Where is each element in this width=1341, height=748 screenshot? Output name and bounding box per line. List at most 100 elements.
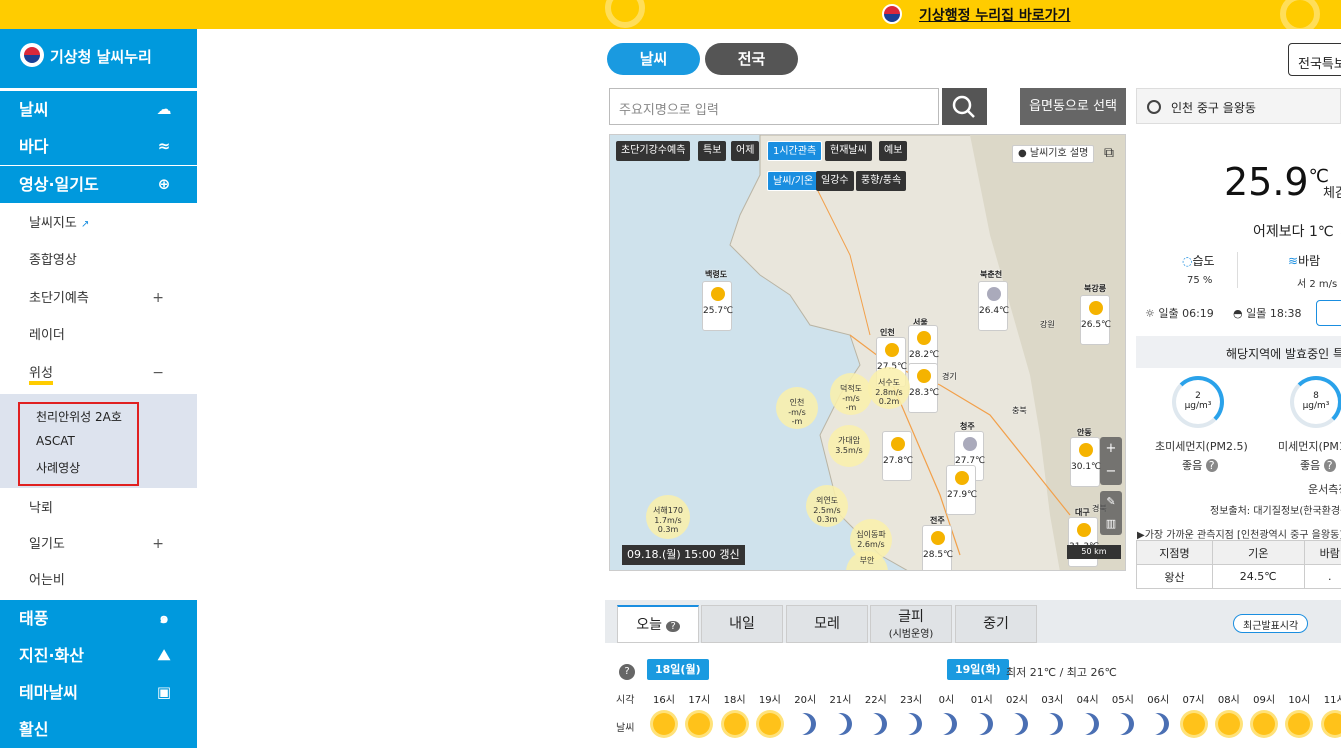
zoom-control[interactable]: + − xyxy=(1100,437,1122,485)
map-btn-current[interactable]: 현재날씨 xyxy=(825,141,872,161)
ruler-icon[interactable]: ✎ xyxy=(1100,491,1122,513)
map-sub-btn-rain[interactable]: 일강수 xyxy=(816,171,854,191)
menu-theme[interactable]: 테마날씨 ▣ xyxy=(0,674,197,711)
latest-issue-button[interactable]: 최근발표시각 xyxy=(1233,614,1309,633)
tab-nation[interactable]: 전국 xyxy=(705,43,798,75)
tab-weather[interactable]: 날씨 xyxy=(607,43,700,75)
tab-today[interactable]: 오늘 ? xyxy=(617,605,699,643)
moon-icon xyxy=(971,713,993,735)
submenu-composite[interactable]: 종합영상 xyxy=(0,242,197,279)
tab-tomorrow[interactable]: 내일 xyxy=(701,605,783,643)
station-marker[interactable]: 27.8℃ xyxy=(882,431,913,481)
emd-select-button[interactable]: 읍면동으로 선택 xyxy=(1020,88,1126,125)
map-btn-warning[interactable]: 특보 xyxy=(698,141,727,161)
tab-midterm[interactable]: 중기 xyxy=(955,605,1037,643)
zoom-in-button[interactable]: + xyxy=(1100,437,1122,460)
station-marker[interactable]: 28.5℃ xyxy=(922,525,953,570)
station-marker[interactable]: 28.3℃ xyxy=(908,363,939,413)
submenu-satellite[interactable]: 위성 − xyxy=(0,355,197,392)
map-legend-button[interactable]: ● 날씨기호 설명 xyxy=(1012,145,1095,163)
hour-label: 16시 xyxy=(653,695,675,706)
menu-earthquake[interactable]: 지진·화산 ⛰ xyxy=(0,637,197,674)
wind-title: 바람 xyxy=(1298,254,1321,268)
pm10-gauge: 8 μg/m³ xyxy=(1290,376,1341,428)
table-header: 기온 xyxy=(1211,540,1305,565)
nation-warning-button[interactable]: 전국특보 xyxy=(1288,43,1341,76)
sea-buoy[interactable]: 서해170 1.7m/s 0.3m xyxy=(646,495,690,539)
sea-buoy[interactable]: 인천 -m/s -m xyxy=(776,387,818,429)
sat-item-geokompsat[interactable]: 천리안위성 2A호 xyxy=(36,408,122,425)
sea-buoy[interactable]: 덕적도 -m/s -m xyxy=(830,373,872,415)
tab-label: 글피 xyxy=(898,609,924,625)
station-name: 백령도 xyxy=(705,270,728,279)
menu-sea[interactable]: 바다 ≈ xyxy=(0,128,197,165)
fullscreen-icon[interactable]: ⧉ xyxy=(1098,143,1120,163)
station-temp: 26.5℃ xyxy=(1081,320,1112,330)
tab-day-after[interactable]: 모레 xyxy=(786,605,868,643)
map-tools[interactable]: ✎ ▥ xyxy=(1100,491,1122,535)
search-button[interactable] xyxy=(942,88,987,125)
submenu-freezing-rain[interactable]: 어는비 xyxy=(0,562,197,599)
sat-item-case[interactable]: 사례영상 xyxy=(36,459,80,476)
zoom-out-button[interactable]: − xyxy=(1100,460,1122,483)
weather-map[interactable]: 초단기강수예측 특보 어제 1시간관측 현재날씨 예보 날씨/기온 일강수 풍향… xyxy=(609,134,1126,571)
pm10-grade: 좋음 ? xyxy=(1300,457,1336,473)
search-input[interactable]: 주요지명으로 입력 xyxy=(609,88,939,125)
map-btn-forecast[interactable]: 예보 xyxy=(879,141,908,161)
map-sub-btn-wind[interactable]: 풍향/풍속 xyxy=(856,171,907,191)
hour-label: 01시 xyxy=(970,695,993,706)
menu-more[interactable]: 활신 xyxy=(0,711,197,748)
help-icon[interactable]: ? xyxy=(1323,459,1336,472)
help-icon[interactable]: ? xyxy=(619,664,635,680)
admin-site-link[interactable]: 기상행정 누리집 바로가기 xyxy=(919,5,1070,25)
station-marker[interactable]: 25.7℃ xyxy=(702,281,733,331)
submenu-radar[interactable]: 레이더 xyxy=(0,317,197,354)
station-marker[interactable]: 26.5℃ xyxy=(1080,295,1112,345)
pm10-value: 8 xyxy=(1313,391,1319,401)
submenu-label: 위성 xyxy=(29,366,53,385)
submenu-lightning[interactable]: 낙뢰 xyxy=(0,490,197,527)
help-icon[interactable]: ? xyxy=(1205,459,1218,472)
map-btn-nowcast[interactable]: 초단기강수예측 xyxy=(616,141,691,161)
station-marker[interactable]: 26.4℃ xyxy=(978,281,1009,331)
menu-typhoon[interactable]: 태풍 ๑ xyxy=(0,600,197,637)
map-btn-hourly-obs[interactable]: 1시간관측 xyxy=(767,141,823,161)
region-label: 충북 xyxy=(1012,406,1027,415)
menu-weather[interactable]: 날씨 ☁ xyxy=(0,91,197,128)
logo-text: 기상청 날씨누리 xyxy=(50,48,152,66)
map-btn-yesterday[interactable]: 어제 xyxy=(731,141,760,161)
station-marker[interactable]: 31.3℃ xyxy=(1068,517,1099,567)
tab-sublabel: (시범운영) xyxy=(888,629,934,640)
buoy-wave: 0.2m xyxy=(878,397,900,406)
station-marker[interactable]: 27.9℃ xyxy=(946,465,977,515)
wind-label: ≋바람 xyxy=(1288,252,1320,269)
expand-icon: + xyxy=(152,536,164,552)
tab-third-day[interactable]: 글피 (시범운영) xyxy=(870,605,952,643)
wave-icon: ≈ xyxy=(157,137,171,155)
submenu-weather-chart[interactable]: 일기도 + xyxy=(0,526,197,563)
submenu-weather-map[interactable]: 날씨지도 ↗ xyxy=(0,205,197,242)
current-location[interactable]: 인천 중구 을왕동 xyxy=(1136,88,1341,124)
sat-item-ascat[interactable]: ASCAT xyxy=(36,434,75,448)
help-icon[interactable]: ? xyxy=(666,621,680,632)
hour-label: 06시 xyxy=(1147,695,1170,706)
external-link-icon: ↗ xyxy=(80,219,90,230)
station-marker[interactable]: 30.1℃ xyxy=(1070,437,1102,487)
menu-image-chart[interactable]: 영상·일기도 ⊕ xyxy=(0,166,197,203)
submenu-nowcast[interactable]: 초단기예측 + xyxy=(0,280,197,317)
detail-button[interactable] xyxy=(1316,300,1341,326)
sea-buoy[interactable]: 외연도 2.5m/s 0.3m xyxy=(806,485,848,527)
sea-buoy[interactable]: 서수도 2.8m/s 0.2m xyxy=(868,367,910,409)
hour-label: 04시 xyxy=(1076,695,1099,706)
station-temp: 30.1℃ xyxy=(1071,462,1102,472)
map-sub-btn-temp[interactable]: 날씨/기온 xyxy=(767,171,820,191)
map-land xyxy=(729,135,1125,570)
map-layer-icon[interactable]: ▥ xyxy=(1100,513,1122,535)
sun-icon xyxy=(1253,713,1276,735)
sunrise-text: 일출 06:19 xyxy=(1158,307,1214,320)
hour-label: 11시 xyxy=(1323,695,1341,706)
hour-label: 03시 xyxy=(1041,695,1064,706)
site-logo[interactable]: 기상청 날씨누리 xyxy=(0,29,197,88)
sea-buoy[interactable]: 가대암 3.5m/s xyxy=(828,425,870,467)
table-cell: 24.5℃ xyxy=(1211,564,1305,589)
